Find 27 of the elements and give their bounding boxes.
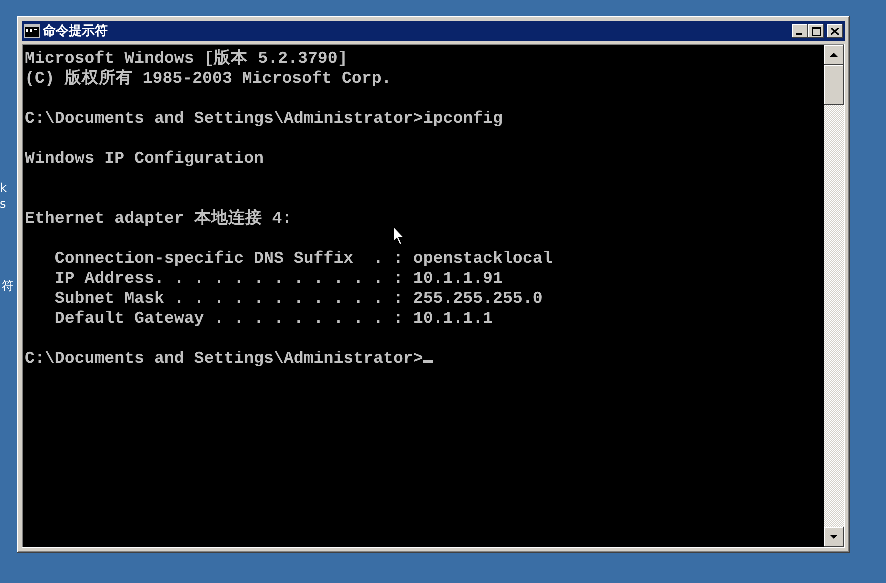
scroll-up-button[interactable] [824,45,844,65]
console-line: Microsoft Windows [版本 5.2.3790] [25,49,348,68]
maximize-button[interactable] [808,24,824,38]
close-button[interactable] [827,24,843,38]
scrollbar-thumb[interactable] [824,65,844,105]
console-line: Default Gateway . . . . . . . . . : 10.1.1.1 [54,309,494,328]
desktop-icon-label[interactable]: s [0,198,6,210]
window-title: 命令提示符 [43,23,109,40]
console-line: C:\Documents and Settings\Administrator> [25,349,424,368]
console-line: Ethernet adapter 本地连接 4: [25,209,292,228]
minimize-button[interactable] [792,24,808,38]
maximize-icon [812,26,820,36]
console-line: Subnet Mask . . . . . . . . . . . : 255.255.255.0 [54,289,543,308]
console-line: (C) 版权所有 1985-2003 Microsoft Corp. [25,69,392,88]
up-arrow-icon [830,53,838,57]
desktop-icon-label[interactable]: k [0,182,7,194]
desktop-icon-label[interactable]: 符 [2,280,14,292]
console-icon [24,24,40,38]
scroll-down-button[interactable] [824,527,844,547]
mouse-pointer-icon [393,226,405,246]
down-arrow-icon [830,535,838,539]
console-line: Windows IP Configuration [25,149,264,168]
console-line: Connection-specific DNS Suffix . : openstacklocal [54,249,553,268]
close-icon [831,28,839,34]
console-line: C:\Documents and Settings\Administrator>ipconfig [25,109,503,128]
vertical-scrollbar[interactable] [824,45,844,547]
console-line: IP Address. . . . . . . . . . . . : 10.1.1.91 [54,269,503,288]
